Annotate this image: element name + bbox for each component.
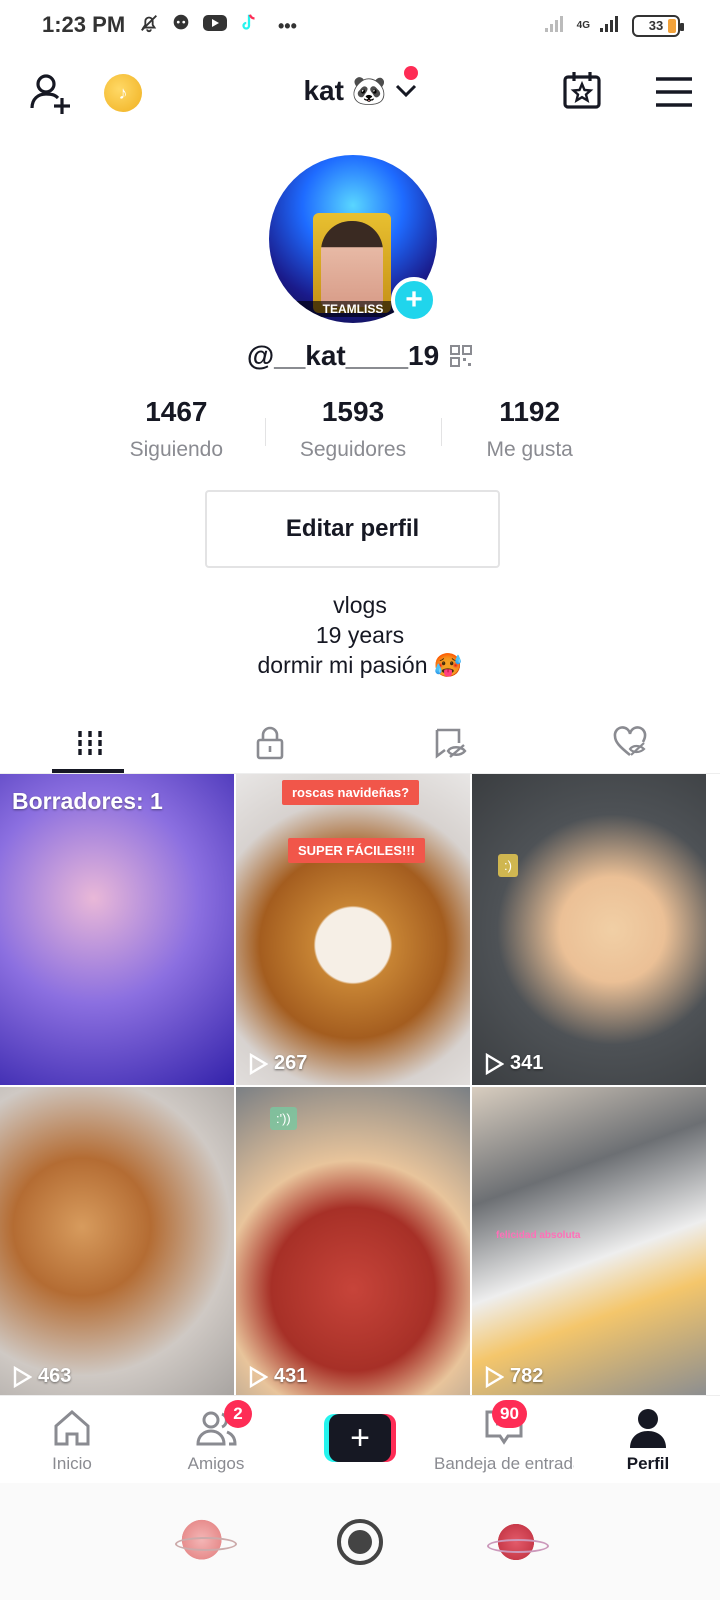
tab-liked[interactable] [540,712,720,773]
tiktok-icon [238,12,260,40]
video-tile[interactable]: :) 341 [472,774,706,1085]
create-button[interactable]: + [324,1414,396,1462]
hamburger-menu-icon [656,77,692,107]
account-name: kat 🐼 [303,75,387,106]
signal-icon [598,12,624,39]
play-icon [249,1052,268,1075]
video-overlay-text: :) [498,854,518,877]
friends-badge: 2 [224,1400,252,1428]
video-tile[interactable]: roscas navideñas? SUPER FÁCILES!!! 267 [236,774,470,1085]
bio: vlogs 19 years dormir mi pasión 🥵 [0,590,720,680]
video-overlay-text: SUPER FÁCILES!!! [288,838,425,863]
stat-value: 1192 [499,396,561,427]
video-tile[interactable]: felicidad absoluta 782 [472,1087,706,1398]
play-icon [13,1365,32,1388]
stat-value: 1593 [321,396,385,427]
more-icon: ••• [278,15,297,36]
tab-videos[interactable] [0,712,180,773]
chat-bubble-icon [170,12,192,40]
view-count: 782 [484,1365,543,1388]
profile-stats: 1467 Siguiendo 1593 Seguidores 1192 Me g… [88,396,618,472]
play-icon [485,1052,504,1075]
drafts-tile[interactable]: Borradores: 1 [0,774,234,1085]
recents-planet-icon[interactable] [487,1518,549,1565]
bell-muted-icon [138,12,160,40]
home-button-icon[interactable] [337,1518,383,1565]
bottom-nav: Inicio 2 Amigos + 90 Bandeja de entrada … [0,1395,720,1483]
add-story-button[interactable]: + [391,277,437,323]
battery-icon: 33 [632,14,684,37]
nav-friends[interactable]: 2 Amigos [144,1396,288,1483]
home-icon [54,1410,90,1446]
nav-label: Amigos [187,1454,245,1473]
nav-label: Perfil [626,1454,670,1473]
video-tile[interactable]: :')) 431 [236,1087,470,1398]
profile-header: ♪ kat 🐼 [0,62,720,126]
view-count-value: 782 [510,1365,544,1387]
stat-following[interactable]: 1467 Siguiendo [88,396,265,472]
heart-eye-icon [613,725,647,756]
bio-line: dormir mi pasión 🥵 [257,652,463,678]
signal-off-icon [543,12,569,39]
view-count: 431 [248,1365,307,1388]
view-count-value: 267 [274,1052,308,1074]
video-overlay-text: felicidad absoluta [496,1230,581,1241]
menu-button[interactable] [654,74,694,110]
nav-create[interactable]: + [288,1396,432,1483]
grid-icon [78,730,102,755]
tab-reposts[interactable] [360,712,540,773]
stat-value: 1467 [145,396,208,427]
inbox-badge: 90 [492,1400,527,1428]
youtube-icon [202,13,228,39]
stat-label: Siguiendo [129,438,224,461]
username: @__kat____19 [246,340,440,371]
profile-tabs [0,712,720,774]
video-tile[interactable]: 463 [0,1087,234,1398]
nav-label: Inicio [52,1454,92,1473]
video-overlay-text: roscas navideñas? [282,780,420,805]
plus-icon: + [329,1414,391,1462]
notification-dot [404,66,418,80]
nav-inbox[interactable]: 90 Bandeja de entrada [432,1396,576,1483]
profile-icon [630,1409,666,1448]
system-nav-bar [0,1483,720,1600]
nav-home[interactable]: Inicio [0,1396,144,1483]
view-count-value: 463 [38,1365,72,1387]
view-count: 267 [248,1052,307,1075]
stat-label: Me gusta [486,438,573,461]
username-row: @__kat____19 [0,340,720,372]
view-count-value: 431 [274,1365,308,1387]
status-time: 1:23 PM [42,12,126,37]
bookmark-eye-icon [435,728,467,759]
status-bar: 1:23 PM ••• 4G 33 [0,0,720,52]
play-icon [249,1365,268,1388]
stat-label: Seguidores [299,438,407,461]
nav-profile[interactable]: Perfil [576,1396,720,1483]
drafts-label: Borradores: 1 [12,788,163,814]
play-icon [485,1365,504,1388]
bio-line: 19 years [315,622,405,648]
qr-code-icon[interactable] [449,344,473,368]
video-overlay-text: :')) [270,1107,297,1130]
chevron-down-icon [395,84,416,97]
video-grid: Borradores: 1 roscas navideñas? SUPER FÁ… [0,774,720,1398]
lock-icon [256,726,284,759]
nav-label: Bandeja de entrada [434,1454,574,1473]
network-type: 4G [576,20,590,31]
edit-profile-button[interactable]: Editar perfil [205,490,500,568]
status-notification-icons: ••• [138,12,297,40]
stat-followers[interactable]: 1593 Seguidores [264,396,442,472]
bio-line: vlogs [333,592,387,618]
account-switcher[interactable]: kat 🐼 [0,74,720,107]
status-system-icons: 4G 33 [543,12,684,39]
view-count-value: 341 [510,1052,544,1074]
tab-private[interactable] [180,712,360,773]
calendar-star-icon [563,72,601,109]
stat-likes[interactable]: 1192 Me gusta [441,396,618,472]
view-count: 463 [12,1365,71,1388]
back-planet-icon[interactable] [175,1518,237,1565]
view-count: 341 [484,1052,543,1075]
calendar-button[interactable] [562,70,602,110]
battery-level: 33 [648,18,664,33]
